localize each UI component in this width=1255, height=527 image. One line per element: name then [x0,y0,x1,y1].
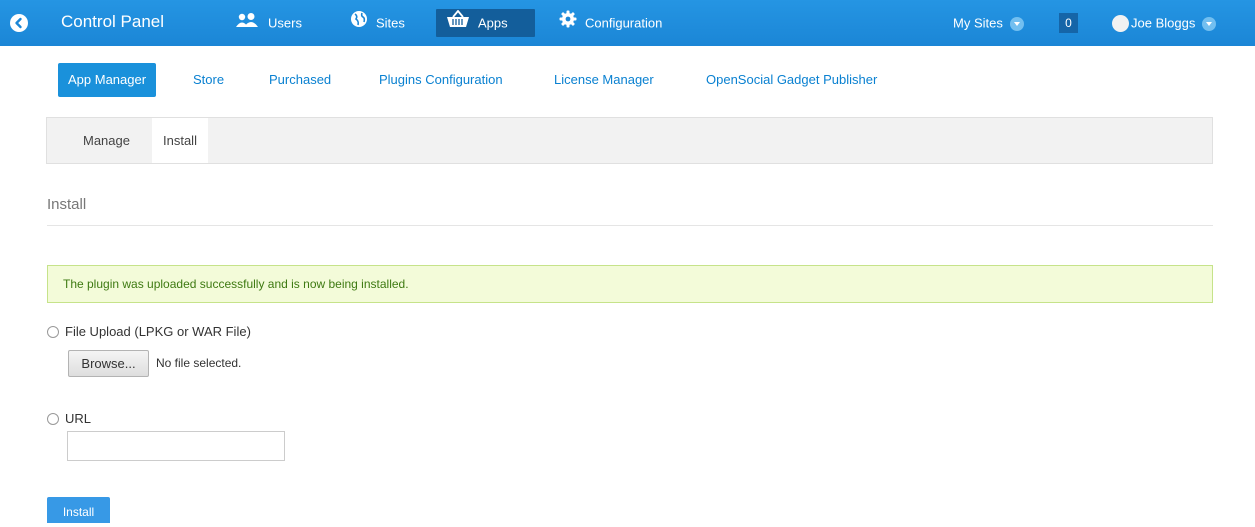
tertiary-nav: Manage Install [46,117,1213,164]
my-sites-dropdown[interactable]: My Sites [943,9,1034,37]
tab-install[interactable]: Install [152,118,208,163]
url-option[interactable]: URL [47,410,91,426]
subnav-store[interactable]: Store [183,63,234,97]
nav-apps[interactable]: Apps [436,9,535,37]
subnav-opensocial-gadget-publisher[interactable]: OpenSocial Gadget Publisher [696,63,887,97]
page-title: Install [47,196,87,213]
back-icon[interactable] [10,14,28,32]
avatar [1112,15,1129,33]
tab-manage[interactable]: Manage [83,118,130,163]
top-navbar: Control Panel Users Sites Apps Configura… [0,0,1255,46]
gear-icon [559,10,577,38]
subnav-app-manager[interactable]: App Manager [58,63,157,97]
url-radio[interactable] [47,412,59,425]
url-input[interactable] [67,431,285,461]
nav-users[interactable]: Users [224,9,312,37]
install-button[interactable]: Install [47,497,110,523]
chevron-down-icon [1202,16,1217,31]
divider [47,225,1213,226]
subnav-purchased[interactable]: Purchased [259,63,341,97]
my-sites-label: My Sites [953,15,1003,31]
file-upload-radio[interactable] [47,325,59,338]
url-label: URL [65,411,92,427]
subnav-license-manager[interactable]: License Manager [544,63,664,97]
basket-icon [446,9,470,38]
notification-badge[interactable]: 0 [1059,13,1078,33]
chevron-down-icon [1009,16,1024,31]
nav-apps-label: Apps [478,15,508,31]
browse-button[interactable]: Browse... [68,350,149,377]
brand-title[interactable]: Control Panel [61,12,164,32]
globe-icon [350,10,368,38]
file-upload-option[interactable]: File Upload (LPKG or WAR File) [47,323,251,339]
subnav-plugins-configuration[interactable]: Plugins Configuration [369,63,513,97]
success-alert: The plugin was uploaded successfully and… [47,265,1213,303]
nav-configuration[interactable]: Configuration [549,9,672,37]
nav-configuration-label: Configuration [585,15,663,31]
file-status: No file selected. [156,356,242,370]
nav-users-label: Users [268,15,302,31]
nav-sites[interactable]: Sites [340,9,415,37]
users-icon [234,10,260,38]
file-upload-label: File Upload (LPKG or WAR File) [65,324,251,340]
nav-sites-label: Sites [376,15,405,31]
user-name: Joe Bloggs [1131,15,1196,31]
user-menu[interactable]: Joe Bloggs [1102,9,1226,37]
